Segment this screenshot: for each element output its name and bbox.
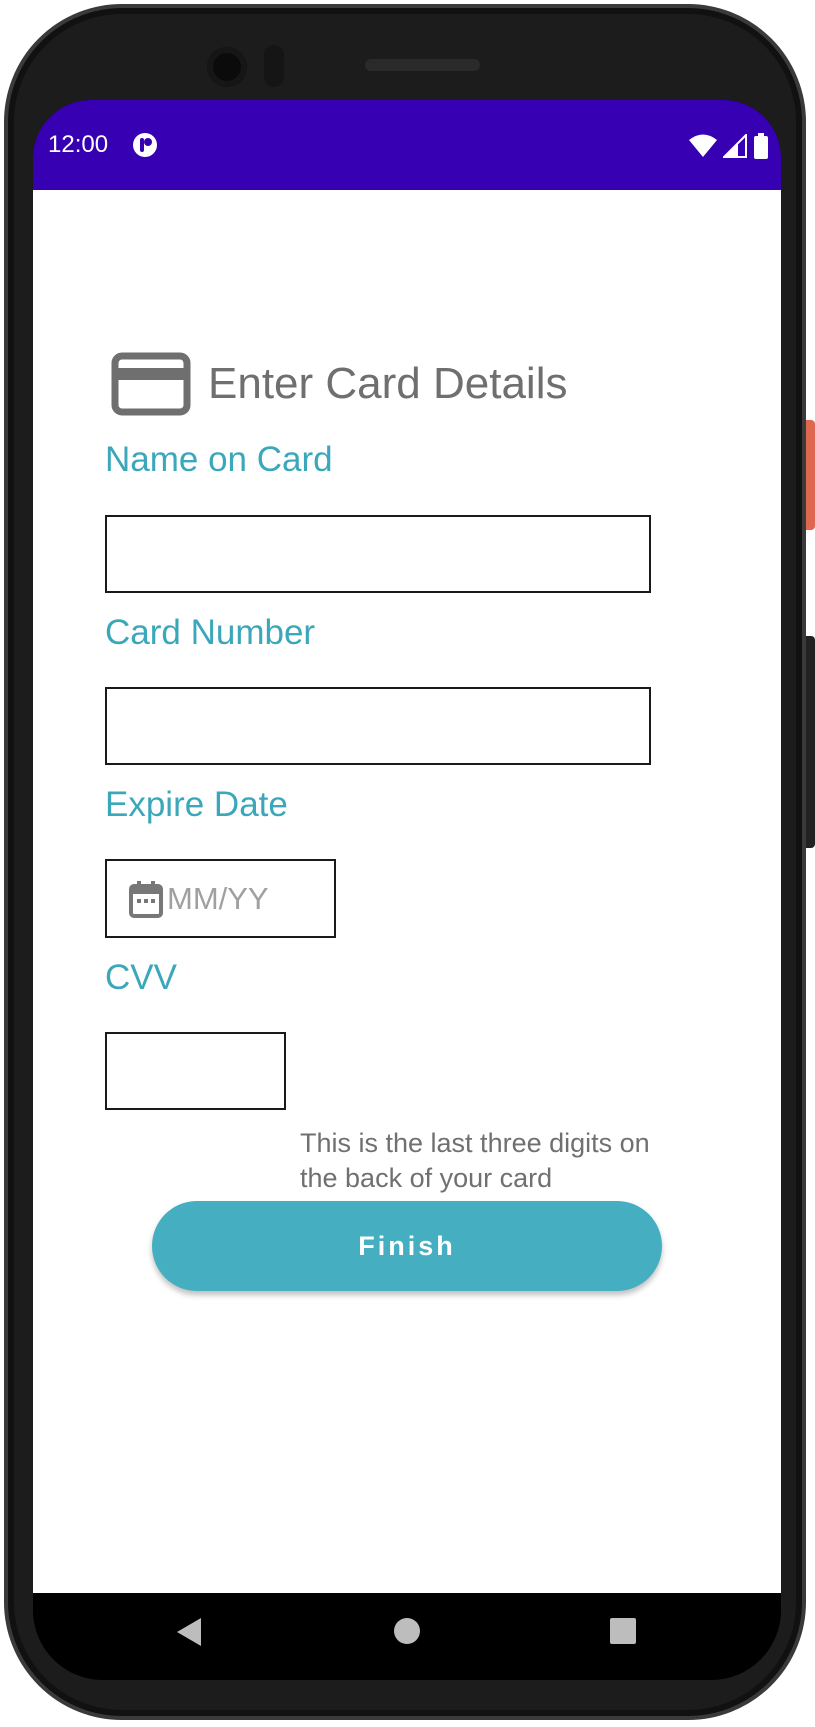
proximity-sensor [264,45,284,87]
battery-icon [754,133,768,159]
card-details-screen: Enter Card Details Name on Card Card Num… [33,190,781,1593]
notification-app-icon [133,133,157,157]
front-camera [207,47,247,87]
cellular-signal-icon [723,134,747,158]
home-icon[interactable] [392,1616,422,1646]
cvv-input[interactable] [105,1032,286,1110]
finish-button[interactable]: Finish [152,1201,662,1291]
status-time: 12:00 [48,131,109,158]
name-on-card-label: Name on Card [105,440,333,479]
earpiece-speaker [365,59,480,71]
page-title: Enter Card Details [208,359,568,408]
back-icon[interactable] [173,1616,203,1648]
calendar-icon [129,880,163,918]
status-bar: 12:00 [33,100,781,190]
card-number-label: Card Number [105,613,316,652]
status-icons [689,133,769,159]
cvv-label: CVV [105,958,177,997]
credit-card-icon [111,352,191,416]
expire-date-label: Expire Date [105,785,288,824]
recents-icon[interactable] [608,1616,638,1646]
card-number-input[interactable] [105,687,651,765]
form-header: Enter Card Details [111,352,567,416]
expire-date-input[interactable] [167,880,317,917]
navigation-bar [33,1593,781,1680]
volume-button [806,636,815,848]
screen: 12:00 Enter Card Details Name on Card Ca… [33,100,781,1680]
name-on-card-input[interactable] [105,515,651,593]
power-button [806,420,815,530]
cvv-help-text: This is the last three digits on the bac… [300,1128,650,1193]
wifi-icon [689,134,717,157]
expire-date-field[interactable] [105,859,336,938]
